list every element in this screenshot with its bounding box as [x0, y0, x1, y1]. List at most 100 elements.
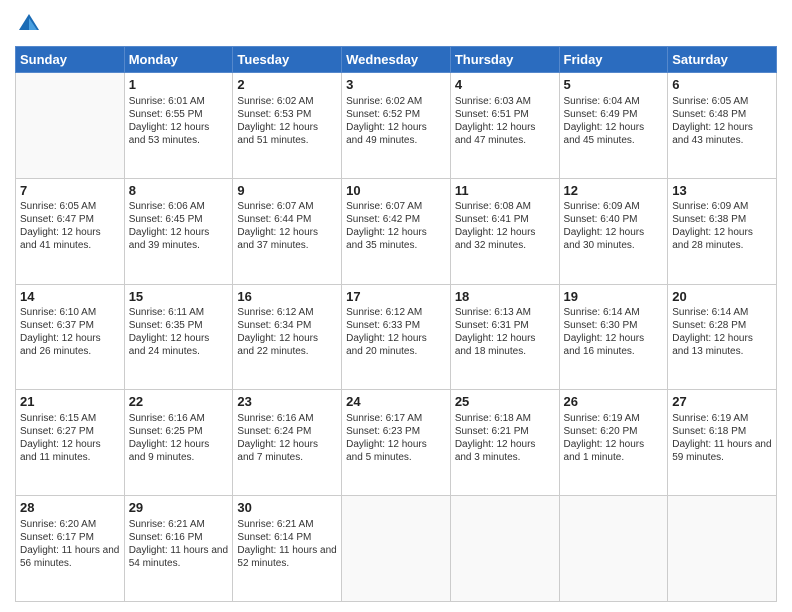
- day-info: Sunrise: 6:01 AMSunset: 6:55 PMDaylight:…: [129, 95, 229, 147]
- day-info: Sunrise: 6:02 AMSunset: 6:53 PMDaylight:…: [237, 95, 337, 147]
- day-info: Sunrise: 6:19 AMSunset: 6:20 PMDaylight:…: [564, 412, 664, 464]
- calendar-cell: 3Sunrise: 6:02 AMSunset: 6:52 PMDaylight…: [342, 73, 451, 179]
- calendar-cell: 23Sunrise: 6:16 AMSunset: 6:24 PMDayligh…: [233, 390, 342, 496]
- calendar-cell: [668, 496, 777, 602]
- day-info: Sunrise: 6:18 AMSunset: 6:21 PMDaylight:…: [455, 412, 555, 464]
- day-info: Sunrise: 6:02 AMSunset: 6:52 PMDaylight:…: [346, 95, 446, 147]
- calendar-cell: 9Sunrise: 6:07 AMSunset: 6:44 PMDaylight…: [233, 178, 342, 284]
- day-info: Sunrise: 6:07 AMSunset: 6:44 PMDaylight:…: [237, 200, 337, 252]
- day-number: 7: [20, 182, 120, 200]
- day-number: 21: [20, 393, 120, 411]
- day-info: Sunrise: 6:11 AMSunset: 6:35 PMDaylight:…: [129, 306, 229, 358]
- calendar-header-row: SundayMondayTuesdayWednesdayThursdayFrid…: [16, 47, 777, 73]
- calendar-cell: 16Sunrise: 6:12 AMSunset: 6:34 PMDayligh…: [233, 284, 342, 390]
- calendar-cell: 17Sunrise: 6:12 AMSunset: 6:33 PMDayligh…: [342, 284, 451, 390]
- day-number: 29: [129, 499, 229, 517]
- day-header-tuesday: Tuesday: [233, 47, 342, 73]
- day-number: 20: [672, 288, 772, 306]
- calendar-cell: 11Sunrise: 6:08 AMSunset: 6:41 PMDayligh…: [450, 178, 559, 284]
- day-info: Sunrise: 6:21 AMSunset: 6:16 PMDaylight:…: [129, 518, 229, 570]
- day-number: 18: [455, 288, 555, 306]
- calendar-cell: 22Sunrise: 6:16 AMSunset: 6:25 PMDayligh…: [124, 390, 233, 496]
- day-info: Sunrise: 6:09 AMSunset: 6:40 PMDaylight:…: [564, 200, 664, 252]
- logo-icon: [15, 10, 43, 38]
- day-info: Sunrise: 6:16 AMSunset: 6:25 PMDaylight:…: [129, 412, 229, 464]
- day-number: 23: [237, 393, 337, 411]
- day-info: Sunrise: 6:10 AMSunset: 6:37 PMDaylight:…: [20, 306, 120, 358]
- day-header-monday: Monday: [124, 47, 233, 73]
- calendar-cell: 15Sunrise: 6:11 AMSunset: 6:35 PMDayligh…: [124, 284, 233, 390]
- day-info: Sunrise: 6:14 AMSunset: 6:30 PMDaylight:…: [564, 306, 664, 358]
- calendar-cell: 27Sunrise: 6:19 AMSunset: 6:18 PMDayligh…: [668, 390, 777, 496]
- day-info: Sunrise: 6:04 AMSunset: 6:49 PMDaylight:…: [564, 95, 664, 147]
- calendar-cell: [450, 496, 559, 602]
- day-info: Sunrise: 6:05 AMSunset: 6:47 PMDaylight:…: [20, 200, 120, 252]
- calendar-cell: 2Sunrise: 6:02 AMSunset: 6:53 PMDaylight…: [233, 73, 342, 179]
- calendar-week-3: 14Sunrise: 6:10 AMSunset: 6:37 PMDayligh…: [16, 284, 777, 390]
- calendar-cell: 29Sunrise: 6:21 AMSunset: 6:16 PMDayligh…: [124, 496, 233, 602]
- day-number: 3: [346, 76, 446, 94]
- day-info: Sunrise: 6:20 AMSunset: 6:17 PMDaylight:…: [20, 518, 120, 570]
- calendar-table: SundayMondayTuesdayWednesdayThursdayFrid…: [15, 46, 777, 602]
- calendar-cell: 4Sunrise: 6:03 AMSunset: 6:51 PMDaylight…: [450, 73, 559, 179]
- calendar-cell: [559, 496, 668, 602]
- day-info: Sunrise: 6:19 AMSunset: 6:18 PMDaylight:…: [672, 412, 772, 464]
- day-info: Sunrise: 6:12 AMSunset: 6:34 PMDaylight:…: [237, 306, 337, 358]
- day-number: 30: [237, 499, 337, 517]
- day-number: 28: [20, 499, 120, 517]
- day-number: 13: [672, 182, 772, 200]
- day-header-saturday: Saturday: [668, 47, 777, 73]
- calendar-cell: 26Sunrise: 6:19 AMSunset: 6:20 PMDayligh…: [559, 390, 668, 496]
- day-number: 22: [129, 393, 229, 411]
- day-info: Sunrise: 6:15 AMSunset: 6:27 PMDaylight:…: [20, 412, 120, 464]
- calendar-cell: 10Sunrise: 6:07 AMSunset: 6:42 PMDayligh…: [342, 178, 451, 284]
- day-info: Sunrise: 6:09 AMSunset: 6:38 PMDaylight:…: [672, 200, 772, 252]
- calendar-cell: 19Sunrise: 6:14 AMSunset: 6:30 PMDayligh…: [559, 284, 668, 390]
- day-info: Sunrise: 6:07 AMSunset: 6:42 PMDaylight:…: [346, 200, 446, 252]
- calendar-cell: 24Sunrise: 6:17 AMSunset: 6:23 PMDayligh…: [342, 390, 451, 496]
- day-info: Sunrise: 6:05 AMSunset: 6:48 PMDaylight:…: [672, 95, 772, 147]
- day-number: 27: [672, 393, 772, 411]
- calendar-week-1: 1Sunrise: 6:01 AMSunset: 6:55 PMDaylight…: [16, 73, 777, 179]
- calendar-cell: 8Sunrise: 6:06 AMSunset: 6:45 PMDaylight…: [124, 178, 233, 284]
- calendar-cell: 28Sunrise: 6:20 AMSunset: 6:17 PMDayligh…: [16, 496, 125, 602]
- day-number: 16: [237, 288, 337, 306]
- day-number: 26: [564, 393, 664, 411]
- calendar-cell: 5Sunrise: 6:04 AMSunset: 6:49 PMDaylight…: [559, 73, 668, 179]
- calendar-cell: 20Sunrise: 6:14 AMSunset: 6:28 PMDayligh…: [668, 284, 777, 390]
- calendar-cell: 12Sunrise: 6:09 AMSunset: 6:40 PMDayligh…: [559, 178, 668, 284]
- calendar-cell: 7Sunrise: 6:05 AMSunset: 6:47 PMDaylight…: [16, 178, 125, 284]
- day-header-wednesday: Wednesday: [342, 47, 451, 73]
- day-number: 1: [129, 76, 229, 94]
- calendar-cell: 13Sunrise: 6:09 AMSunset: 6:38 PMDayligh…: [668, 178, 777, 284]
- calendar-cell: 21Sunrise: 6:15 AMSunset: 6:27 PMDayligh…: [16, 390, 125, 496]
- calendar-cell: [16, 73, 125, 179]
- day-info: Sunrise: 6:06 AMSunset: 6:45 PMDaylight:…: [129, 200, 229, 252]
- day-number: 10: [346, 182, 446, 200]
- day-number: 11: [455, 182, 555, 200]
- calendar-cell: [342, 496, 451, 602]
- day-number: 2: [237, 76, 337, 94]
- day-number: 25: [455, 393, 555, 411]
- calendar-cell: 18Sunrise: 6:13 AMSunset: 6:31 PMDayligh…: [450, 284, 559, 390]
- day-info: Sunrise: 6:08 AMSunset: 6:41 PMDaylight:…: [455, 200, 555, 252]
- logo: [15, 10, 47, 38]
- calendar-cell: 30Sunrise: 6:21 AMSunset: 6:14 PMDayligh…: [233, 496, 342, 602]
- day-number: 8: [129, 182, 229, 200]
- day-number: 9: [237, 182, 337, 200]
- calendar-week-5: 28Sunrise: 6:20 AMSunset: 6:17 PMDayligh…: [16, 496, 777, 602]
- calendar-cell: 6Sunrise: 6:05 AMSunset: 6:48 PMDaylight…: [668, 73, 777, 179]
- day-number: 17: [346, 288, 446, 306]
- day-info: Sunrise: 6:14 AMSunset: 6:28 PMDaylight:…: [672, 306, 772, 358]
- day-info: Sunrise: 6:12 AMSunset: 6:33 PMDaylight:…: [346, 306, 446, 358]
- calendar-cell: 25Sunrise: 6:18 AMSunset: 6:21 PMDayligh…: [450, 390, 559, 496]
- day-number: 6: [672, 76, 772, 94]
- calendar-week-2: 7Sunrise: 6:05 AMSunset: 6:47 PMDaylight…: [16, 178, 777, 284]
- day-number: 24: [346, 393, 446, 411]
- day-header-sunday: Sunday: [16, 47, 125, 73]
- calendar-cell: 14Sunrise: 6:10 AMSunset: 6:37 PMDayligh…: [16, 284, 125, 390]
- day-number: 5: [564, 76, 664, 94]
- calendar-cell: 1Sunrise: 6:01 AMSunset: 6:55 PMDaylight…: [124, 73, 233, 179]
- day-number: 4: [455, 76, 555, 94]
- day-header-friday: Friday: [559, 47, 668, 73]
